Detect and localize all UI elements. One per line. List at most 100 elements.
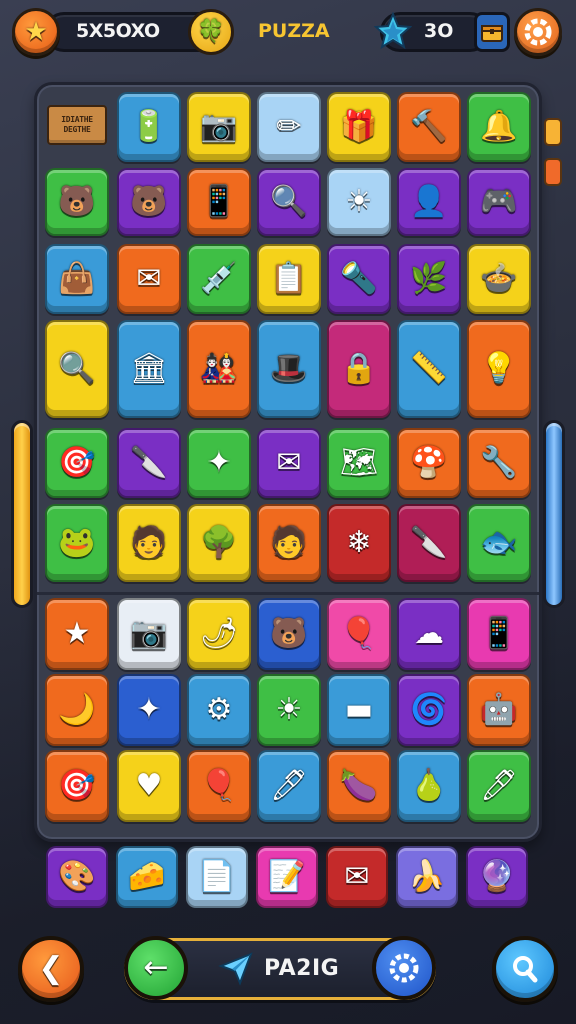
right-power-meter[interactable] [543,420,565,608]
tile-item-icon: 🌀 [410,692,448,727]
board-tile[interactable]: ☀ [327,168,391,236]
board-tile[interactable]: 🍐 [397,750,461,822]
board-tile[interactable]: 🔦 [327,244,391,314]
board-tile[interactable]: 🖊 [257,750,321,822]
board-tile[interactable]: ♥ [117,750,181,822]
board-tile[interactable]: 🎈 [327,598,391,670]
board-tile[interactable]: 🔍 [257,168,321,236]
tile-item-icon: 🐻 [270,616,308,651]
board-tile[interactable]: 🔍 [45,320,109,418]
board-tile[interactable]: 🤖 [467,674,531,746]
tile-item-icon: 🔍 [58,351,96,386]
board-tile[interactable]: 🔒 [327,320,391,418]
tray-slot[interactable]: 🔮 [466,846,528,908]
board-tile[interactable]: 🔨 [397,92,461,162]
tile-item-icon: 💉 [200,261,238,296]
bonus-button[interactable]: 🍀 [188,9,234,55]
search-button[interactable] [492,936,558,1002]
board-tile[interactable]: 📋 [257,244,321,314]
board-tile[interactable]: 🧑 [117,504,181,582]
board-tile[interactable]: 🌙 [45,674,109,746]
top-bar: ★ 5X5OXO 🍀 PUZZA 3O [0,0,576,70]
board-tile[interactable]: 🎯 [45,750,109,822]
board-tile[interactable]: 🐻 [257,598,321,670]
board-tile[interactable]: 📷 [117,598,181,670]
board-tile[interactable]: 📱 [187,168,251,236]
board-tile[interactable]: ☀ [257,674,321,746]
gear-button[interactable] [372,936,436,1000]
board-tile[interactable]: 🔧 [467,428,531,498]
board-tile[interactable]: 🍆 [327,750,391,822]
back-button[interactable]: ❮ [18,936,84,1002]
board-tile[interactable]: 🌿 [397,244,461,314]
board-tile[interactable]: 🔪 [397,504,461,582]
star-button[interactable]: ★ [12,8,60,56]
left-power-meter[interactable] [11,420,33,608]
board-tile[interactable]: 🌀 [397,674,461,746]
board-tile[interactable]: 🍲 [467,244,531,314]
board-tile[interactable]: 🏛 [117,320,181,418]
board-tile[interactable]: ✉ [117,244,181,314]
gear-icon [389,953,419,983]
board-tile[interactable]: 🐟 [467,504,531,582]
board-tile[interactable]: 🗺 [327,428,391,498]
tray-slot[interactable]: 🍌 [396,846,458,908]
tile-item-icon: 🤖 [480,692,518,727]
tray-slot[interactable]: ✉ [326,846,388,908]
board-tile[interactable]: 🌶 [187,598,251,670]
board-tile[interactable]: 🐸 [45,504,109,582]
tile-item-icon: 🧑 [270,525,308,560]
board-tile[interactable]: 🔪 [117,428,181,498]
tile-item-icon: 🔍 [270,184,308,219]
board-tile[interactable]: 🔔 [467,92,531,162]
tile-item-icon: 🔒 [340,351,378,386]
tray-slot[interactable]: 📄 [186,846,248,908]
tray-item-icon: 📄 [198,859,236,894]
paper-plane-icon [218,952,253,986]
board-tile[interactable]: 📏 [397,320,461,418]
tile-item-icon: 📋 [270,261,308,296]
board-tile[interactable]: ★ [45,598,109,670]
board-tile[interactable]: ☁ [397,598,461,670]
signboard-tile[interactable]: IDIATHE DEGTHE [45,97,109,153]
board-tile[interactable]: ✉ [257,428,321,498]
tray-slot[interactable]: 🧀 [116,846,178,908]
board-tile[interactable]: 🎁 [327,92,391,162]
tile-item-icon: ⚙ [205,692,233,727]
board-tile[interactable]: 🍄 [397,428,461,498]
board-tile[interactable]: ▬ [327,674,391,746]
board-tile[interactable]: ⚙ [187,674,251,746]
board-tile[interactable]: ✦ [117,674,181,746]
board-tile[interactable]: 👤 [397,168,461,236]
board-tile[interactable]: 🔋 [117,92,181,162]
board-tile[interactable]: 💡 [467,320,531,418]
board-tile[interactable]: 🎈 [187,750,251,822]
tile-item-icon: 🌳 [200,525,238,560]
board-tile[interactable]: 💉 [187,244,251,314]
board-tile[interactable]: ✏ [257,92,321,162]
tray-slot[interactable]: 🎨 [46,846,108,908]
confirm-button[interactable]: ← [124,936,188,1000]
board-tile[interactable]: 🐻 [117,168,181,236]
board-tile[interactable]: 📱 [467,598,531,670]
tile-item-icon: 🍐 [410,768,448,803]
board-tile[interactable]: 🎯 [45,428,109,498]
board-tile[interactable]: 🖊 [467,750,531,822]
board-tile[interactable]: 📷 [187,92,251,162]
board-tile[interactable]: 👜 [45,244,109,314]
tile-item-icon: 📱 [200,184,238,219]
board-tile[interactable]: 🎮 [467,168,531,236]
board-tile[interactable]: ✦ [187,428,251,498]
board-tile[interactable]: 🌳 [187,504,251,582]
tile-item-icon: 📷 [130,616,168,651]
board-tile[interactable]: 🎎 [187,320,251,418]
board-tile[interactable]: ❄ [327,504,391,582]
tile-item-icon: 🐻 [130,184,168,219]
tile-item-icon: 🐸 [58,525,96,560]
board-tile[interactable]: 🎩 [257,320,321,418]
settings-button[interactable] [514,8,562,56]
board-tile[interactable]: 🧑 [257,504,321,582]
tray-slot[interactable]: 📝 [256,846,318,908]
board-tile[interactable]: 🐻 [45,168,109,236]
chest-button[interactable] [474,12,510,52]
